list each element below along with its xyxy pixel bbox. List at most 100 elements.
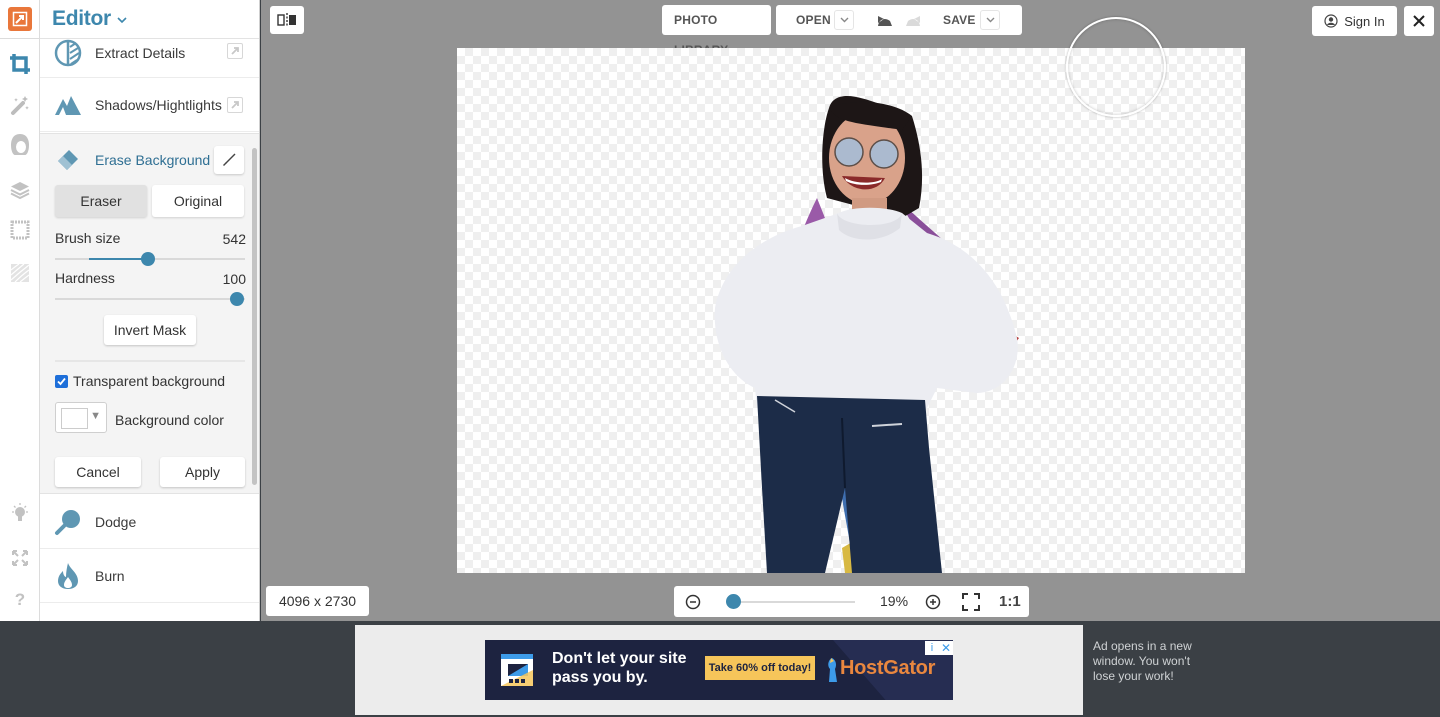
photo-library-label: PHOTO LIBRARY: [674, 13, 728, 57]
erase-background-title: Erase Background: [95, 152, 211, 168]
tool-dodge[interactable]: Dodge: [40, 495, 259, 549]
workspace: PHOTO LIBRARY OPEN SAVE Sign In: [261, 0, 1440, 621]
zoom-in-icon[interactable]: [924, 593, 942, 611]
divider: [55, 360, 245, 362]
tool-next-partial[interactable]: [40, 603, 259, 621]
hardness-handle[interactable]: [230, 292, 244, 306]
invert-mask-button[interactable]: Invert Mask: [104, 315, 196, 345]
gator-mascot-icon: [828, 658, 837, 682]
chevron-down-icon: [986, 17, 994, 23]
extract-details-icon: [54, 39, 81, 66]
tool-label: Burn: [95, 567, 125, 584]
ad-cta-button[interactable]: Take 60% off today!: [705, 656, 815, 680]
color-swatch: [61, 408, 88, 429]
tool-shadows-highlights[interactable]: Shadows/Hightlights: [40, 78, 259, 132]
apply-button[interactable]: Apply: [160, 457, 245, 487]
tool-burn[interactable]: Burn: [40, 549, 259, 603]
photo-library-button[interactable]: PHOTO LIBRARY: [662, 5, 771, 57]
tool-label: Extract Details: [95, 44, 186, 61]
open-dropdown[interactable]: [834, 10, 854, 30]
brush-size-value[interactable]: 542: [223, 231, 246, 247]
ad-banner[interactable]: Don't let your site pass you by. Take 60…: [485, 640, 953, 700]
mountain-icon: [54, 95, 81, 115]
ad-note: Ad opens in a new window. You won't lose…: [1093, 639, 1192, 683]
zoom-slider-handle[interactable]: [726, 594, 741, 609]
tool-label: Dodge: [95, 513, 137, 530]
ad-container: Don't let your site pass you by. Take 60…: [355, 625, 1083, 715]
sign-in-label: Sign In: [1344, 13, 1385, 29]
dodge-icon: [54, 509, 80, 535]
logo-icon: [8, 7, 32, 31]
magic-wand-icon[interactable]: [0, 90, 40, 120]
zoom-out-icon[interactable]: [684, 593, 702, 611]
zoom-percent[interactable]: 19%: [880, 586, 908, 617]
erase-background-panel: Erase Background Eraser Original Brush s…: [40, 133, 259, 494]
open-external-icon[interactable]: [227, 42, 243, 59]
image-canvas[interactable]: [457, 48, 1245, 573]
erase-background-header: Erase Background: [40, 146, 250, 174]
texture-icon[interactable]: [0, 258, 40, 288]
background-color-label: Background color: [115, 412, 224, 428]
ad-close-icon[interactable]: ✕: [939, 641, 953, 655]
fit-screen-icon[interactable]: [962, 593, 980, 611]
sign-in-button[interactable]: Sign In: [1312, 6, 1397, 36]
zoom-bar: 19% 1:1: [674, 586, 1029, 617]
compare-button[interactable]: [270, 6, 304, 34]
help-icon[interactable]: ?: [0, 585, 40, 615]
ad-brand: HostGator: [840, 657, 936, 679]
caret-down-icon: ▼: [90, 410, 101, 422]
original-mode-button[interactable]: Original: [152, 185, 244, 217]
hardness-value[interactable]: 100: [223, 271, 246, 287]
brush-size-handle[interactable]: [141, 252, 156, 266]
ad-bar: Don't let your site pass you by. Take 60…: [0, 621, 1440, 717]
app-logo[interactable]: [0, 0, 40, 39]
hardness-label: Hardness: [55, 270, 115, 286]
redo-icon[interactable]: [904, 13, 922, 32]
undo-icon[interactable]: [876, 13, 894, 32]
chevron-down-icon: [840, 17, 848, 23]
portrait-icon[interactable]: [0, 130, 40, 160]
actual-size-button[interactable]: 1:1: [999, 586, 1021, 617]
tool-label: Shadows/Hightlights: [95, 96, 222, 113]
cutout-subject-image: [714, 96, 1019, 573]
layers-icon[interactable]: [0, 175, 40, 205]
panel-scrollbar[interactable]: [252, 148, 257, 485]
cancel-button[interactable]: Cancel: [55, 457, 141, 487]
zoom-slider[interactable]: [730, 601, 855, 603]
close-icon: [1413, 15, 1425, 27]
eraser-icon: [57, 150, 78, 170]
image-dimensions: 4096 x 2730: [266, 586, 369, 616]
save-dropdown[interactable]: [980, 10, 1000, 30]
transparent-background-checkbox[interactable]: [55, 374, 68, 388]
browser-window-icon: [501, 654, 533, 686]
transparent-background-row[interactable]: Transparent background: [55, 373, 225, 389]
open-button[interactable]: OPEN: [796, 5, 831, 35]
tool-rail: ?: [0, 0, 40, 621]
fullscreen-icon[interactable]: [0, 543, 40, 573]
file-toolbar: OPEN SAVE: [776, 5, 1022, 35]
brush-button[interactable]: [214, 146, 244, 174]
close-button[interactable]: [1404, 6, 1434, 36]
editor-title: Editor: [52, 7, 111, 30]
brush-size-fill: [89, 258, 149, 260]
brush-cursor: [1066, 17, 1166, 117]
open-external-icon[interactable]: [227, 96, 243, 113]
hardness-slider[interactable]: [55, 292, 245, 306]
brush-size-label: Brush size: [55, 230, 121, 246]
background-color-picker[interactable]: ▼: [55, 402, 107, 433]
transparent-background-label: Transparent background: [73, 373, 226, 389]
user-icon: [1324, 14, 1338, 28]
burn-icon: [57, 562, 78, 589]
brush-size-slider[interactable]: [55, 252, 245, 266]
editor-panel: Editor Extract Details Shadows/Hightligh…: [40, 0, 260, 621]
compare-icon: [277, 13, 296, 27]
frame-icon[interactable]: [0, 215, 40, 245]
chevron-down-icon: [117, 17, 127, 24]
brush-icon: [223, 153, 236, 166]
lightbulb-icon[interactable]: [0, 498, 40, 528]
eraser-mode-button[interactable]: Eraser: [55, 185, 147, 217]
panel-header[interactable]: Editor: [40, 0, 259, 39]
crop-icon[interactable]: [0, 49, 40, 79]
save-button[interactable]: SAVE: [943, 5, 976, 35]
ad-info-icon[interactable]: i: [925, 641, 939, 655]
